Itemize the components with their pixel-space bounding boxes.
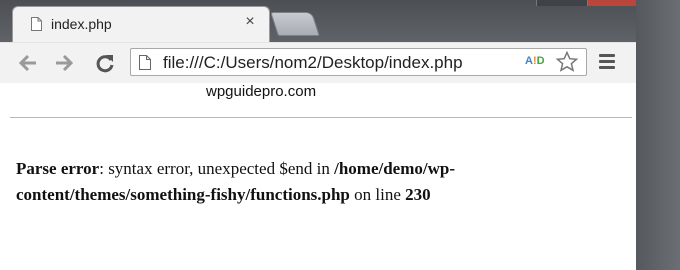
line-prefix: on line	[349, 185, 406, 204]
url-text[interactable]: file:///C:/Users/nom2/Desktop/index.php	[163, 53, 463, 73]
page-icon	[31, 17, 42, 31]
extension-badge[interactable]: A!D	[525, 55, 545, 67]
browser-tab[interactable]: index.php ×	[12, 6, 270, 42]
header-band	[10, 83, 632, 118]
parse-error-message: Parse error: syntax error, unexpected $e…	[16, 156, 576, 208]
desktop-background	[636, 0, 680, 270]
address-bar[interactable]: file:///C:/Users/nom2/Desktop/index.php …	[130, 48, 587, 76]
error-message: : syntax error, unexpected $end in	[99, 159, 335, 178]
forward-arrow-icon	[56, 54, 74, 72]
menu-icon[interactable]	[599, 54, 615, 70]
back-arrow-icon	[18, 54, 36, 72]
reload-icon	[96, 55, 114, 73]
new-tab-button[interactable]	[270, 12, 320, 36]
page-icon	[139, 55, 151, 70]
page-content: wpguidepro.com Parse error: syntax error…	[0, 83, 636, 270]
tab-title: index.php	[51, 16, 112, 32]
error-line: 230	[405, 185, 431, 204]
window-control-maximize[interactable]	[536, 0, 587, 6]
reload-button[interactable]	[93, 52, 117, 74]
window-control-close[interactable]	[587, 0, 637, 6]
star-icon[interactable]	[556, 51, 578, 73]
watermark-text: wpguidepro.com	[206, 83, 317, 100]
back-button[interactable]	[16, 52, 40, 74]
browser-toolbar: file:///C:/Users/nom2/Desktop/index.php …	[0, 42, 636, 84]
forward-button[interactable]	[52, 52, 76, 74]
error-label: Parse error	[16, 159, 100, 178]
close-icon[interactable]: ×	[241, 13, 259, 31]
